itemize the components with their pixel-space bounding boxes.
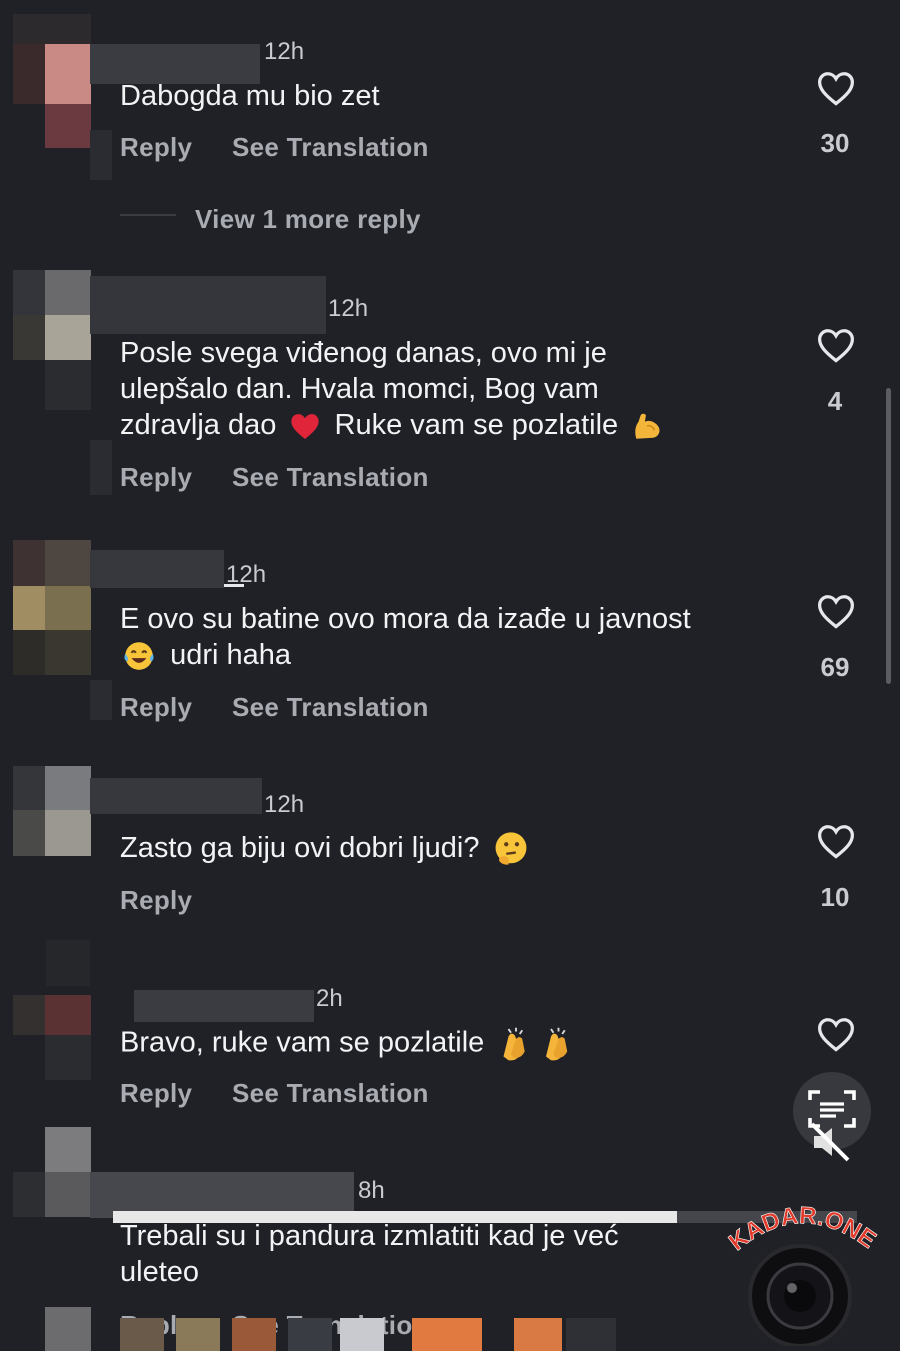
comment-time: 2h xyxy=(316,985,343,1012)
avatar[interactable] xyxy=(13,14,91,148)
see-translation-button[interactable]: See Translation xyxy=(232,462,429,493)
comment-time: 12h xyxy=(264,791,305,818)
comment-text: Trebali su i pandura izmlatiti kad je ve… xyxy=(120,1220,619,1288)
thumbnail[interactable] xyxy=(232,1318,276,1351)
comment-text: Bravo, ruke vam se pozlatile xyxy=(120,1024,800,1064)
heart-icon[interactable] xyxy=(816,327,856,363)
reply-button[interactable]: Reply xyxy=(120,132,192,163)
username-blurred[interactable] xyxy=(90,778,262,814)
see-translation-button[interactable]: See Translation xyxy=(232,1078,429,1109)
avatar[interactable] xyxy=(13,270,91,410)
avatar[interactable] xyxy=(13,540,91,675)
comment-text: Dabogda mu bio zet xyxy=(120,80,380,112)
comment-time: 8h xyxy=(358,1177,385,1204)
thinking-face-emoji-icon xyxy=(495,832,526,866)
like-count: 30 xyxy=(820,128,850,158)
heart-icon[interactable] xyxy=(816,593,856,629)
heart-icon[interactable] xyxy=(816,823,856,859)
thumbnail[interactable] xyxy=(340,1318,384,1351)
heart-icon[interactable] xyxy=(816,70,856,106)
avatar[interactable] xyxy=(13,766,91,886)
reply-line xyxy=(120,214,176,216)
clapping-hands-icon xyxy=(503,1027,568,1061)
watermark-logo: KADAR.ONE xyxy=(724,1202,881,1346)
like-count: 10 xyxy=(820,882,850,912)
reply-button[interactable]: Reply xyxy=(120,885,192,916)
flexed-biceps-icon xyxy=(635,414,660,440)
laughing-tears-emoji-icon xyxy=(124,642,154,671)
video-progress-bar[interactable] xyxy=(113,1211,677,1223)
username-blurred[interactable] xyxy=(90,276,326,334)
heart-emoji-icon xyxy=(291,414,320,440)
comment-text: Posle svega viđenog danas, ovo mi je ule… xyxy=(120,335,800,443)
like-count: 4 xyxy=(827,386,843,416)
thumbnail[interactable] xyxy=(412,1318,482,1351)
reply-button[interactable]: Reply xyxy=(120,692,192,723)
thumbnail[interactable] xyxy=(176,1318,220,1351)
view-more-replies-button[interactable]: View 1 more reply xyxy=(195,204,421,235)
username-blurred[interactable] xyxy=(134,990,314,1022)
avatar[interactable] xyxy=(13,1127,91,1351)
see-translation-button[interactable]: See Translation xyxy=(232,132,429,163)
thumbnail[interactable] xyxy=(566,1318,616,1351)
comment-text: Zasto ga biju ovi dobri ljudi? xyxy=(120,830,800,868)
see-translation-button[interactable]: See Translation xyxy=(232,692,429,723)
comment-time: 12h xyxy=(264,38,305,65)
scrollbar[interactable] xyxy=(886,388,891,684)
heart-icon[interactable] xyxy=(816,1016,856,1052)
comment-time: 12h xyxy=(328,295,369,322)
like-count: 69 xyxy=(820,652,850,682)
avatar[interactable] xyxy=(13,995,91,1085)
thumbnail[interactable] xyxy=(120,1318,164,1351)
reply-button[interactable]: Reply xyxy=(120,462,192,493)
thumbnail[interactable] xyxy=(288,1318,332,1351)
thumbnail[interactable] xyxy=(514,1318,562,1351)
comment-text: E ovo su batine ovo mora da izađe u javn… xyxy=(120,601,800,673)
reply-button[interactable]: Reply xyxy=(120,1078,192,1109)
mute-icon[interactable] xyxy=(806,1118,854,1166)
username-blurred[interactable] xyxy=(90,550,224,588)
